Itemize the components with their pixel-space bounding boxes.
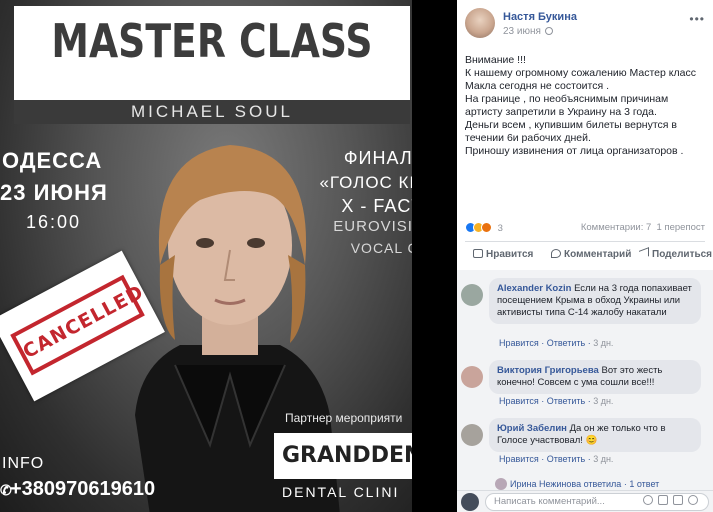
globe-icon <box>544 27 553 35</box>
comment-item: Юрий Забелин Да он же только что в Голос… <box>461 418 711 458</box>
like-label: Нравится <box>486 249 534 260</box>
post-panel: Настя Букина 23 июня ••• Внимание !!! К … <box>457 0 713 512</box>
poster-credit-1: ФИНАЛИСТ <box>343 148 412 168</box>
comment-bubble: Alexander Kozin Если на 3 года попахивае… <box>489 278 701 324</box>
poster-credit-2: «ГОЛОС КРАЇН <box>319 173 412 192</box>
reactions-summary: 3 Комментарии: 7 1 перепост <box>465 222 705 236</box>
comment-age: 3 дн. <box>593 396 614 406</box>
comments-count[interactable]: Комментарии: 7 <box>581 222 651 233</box>
replies-link[interactable]: Ирина Нежинова ответила · 1 ответ <box>495 478 659 490</box>
comment-age: 3 дн. <box>593 454 614 464</box>
comment-icon <box>551 249 561 258</box>
comment-meta-row: Нравится · Ответить · 3 дн. <box>499 396 614 406</box>
post-header: Настя Букина 23 июня ••• <box>465 8 705 38</box>
commenter-name[interactable]: Виктория Григорьева <box>497 365 599 376</box>
share-button[interactable]: Поделиться <box>639 247 713 260</box>
poster-credit-3: X - FACTOR <box>341 196 412 216</box>
comment-reply-link[interactable]: Ответить <box>547 338 585 348</box>
share-label: Поделиться <box>652 249 713 260</box>
comment-button[interactable]: Комментарий <box>551 249 631 260</box>
sticker-icon[interactable] <box>688 495 698 505</box>
post-date[interactable]: 23 июня <box>503 26 553 37</box>
comment-composer: Написать комментарий... <box>457 490 713 512</box>
thumbs-up-icon <box>473 249 483 258</box>
more-options-icon[interactable]: ••• <box>689 12 705 26</box>
poster-phone: ✆+380970619610 <box>0 478 155 501</box>
viewer-avatar <box>461 493 479 511</box>
author-name[interactable]: Настя Букина <box>503 11 577 23</box>
comment-like-link[interactable]: Нравится <box>499 338 539 348</box>
like-button[interactable]: Нравится <box>473 249 533 260</box>
poster-phone-number: +380970619610 <box>10 478 156 500</box>
commenter-name[interactable]: Юрий Забелин <box>497 423 567 434</box>
comment-age: 3 дн. <box>593 338 614 348</box>
commenter-avatar[interactable] <box>461 284 483 306</box>
comment-bubble: Юрий Забелин Да он же только что в Голос… <box>489 418 701 452</box>
comment-like-link[interactable]: Нравится <box>499 396 539 406</box>
poster-city: ОДЕССА <box>2 148 103 173</box>
comment-label: Комментарий <box>564 249 632 260</box>
reaction-count[interactable]: 3 <box>498 223 503 234</box>
commenter-avatar[interactable] <box>461 424 483 446</box>
comment-reply-link[interactable]: Ответить <box>547 396 585 406</box>
phone-icon: ✆ <box>0 482 12 498</box>
post-body: Внимание !!! К нашему огромному сожалени… <box>465 54 696 157</box>
poster-time: 16:00 <box>26 212 82 232</box>
comment-item: Виктория Григорьева Вот это жесть конечн… <box>461 360 711 400</box>
post-date-text: 23 июня <box>503 26 541 37</box>
emoji-icon[interactable] <box>643 495 653 505</box>
shares-count[interactable]: 1 перепост <box>657 222 705 233</box>
comment-like-link[interactable]: Нравится <box>499 454 539 464</box>
commenter-name[interactable]: Alexander Kozin <box>497 283 571 294</box>
poster-credit-5: VOCAL COAC <box>350 240 412 256</box>
gif-icon[interactable] <box>673 495 683 505</box>
poster-date: 23 ИЮНЯ <box>0 180 108 205</box>
comment-meta-row: Нравится · Ответить · 3 дн. <box>499 338 614 348</box>
comment-meta-row: Нравится · Ответить · 3 дн. <box>499 454 614 464</box>
angry-reaction-icon <box>481 222 492 233</box>
poster-title: MASTER CLASS <box>51 14 373 68</box>
comments-section: Alexander Kozin Если на 3 года попахивае… <box>457 270 713 512</box>
comment-reply-link[interactable]: Ответить <box>547 454 585 464</box>
comment-bubble: Виктория Григорьева Вот это жесть конечн… <box>489 360 701 394</box>
sponsor-logo: GRANDDEN <box>274 433 412 479</box>
sponsor-subtitle: DENTAL CLINI <box>282 484 400 500</box>
camera-icon[interactable] <box>658 495 668 505</box>
poster-credit-4: EUROVISION 2 <box>333 218 412 235</box>
author-avatar[interactable] <box>465 8 495 38</box>
poster-partner-label: Партнер мероприяти <box>285 411 403 425</box>
divider <box>465 241 705 242</box>
replies-count: 1 ответ <box>629 479 660 489</box>
share-icon <box>639 247 649 260</box>
poster-info-label: INFO <box>2 455 45 472</box>
replies-who: Ирина Нежинова ответила <box>510 479 622 489</box>
event-poster[interactable]: MASTER CLASS MICHAEL SOUL ОДЕССА 23 ИЮНЯ… <box>0 0 412 512</box>
post-actions: Нравится Комментарий Поделиться <box>465 247 712 264</box>
replier-avatar <box>495 478 507 490</box>
commenter-avatar[interactable] <box>461 366 483 388</box>
